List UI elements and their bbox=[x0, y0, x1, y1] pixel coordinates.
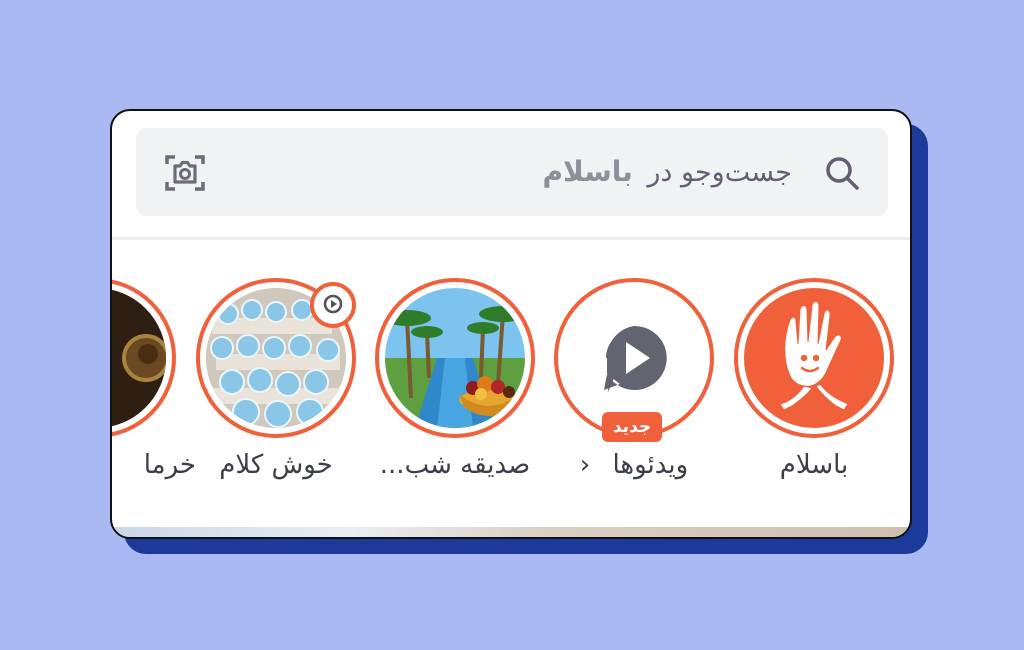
camera-icon[interactable] bbox=[164, 152, 206, 194]
story-avatar bbox=[385, 288, 525, 428]
story-avatar bbox=[744, 288, 884, 428]
story-ring[interactable] bbox=[734, 278, 894, 438]
story-ring[interactable] bbox=[112, 278, 176, 438]
search-brand: باسلام bbox=[542, 155, 633, 188]
search-bar[interactable]: جست‌وجو در باسلام bbox=[136, 128, 888, 216]
video-play-icon bbox=[604, 325, 667, 392]
story-label-text: ویدئوها bbox=[612, 450, 689, 480]
story-label: خرما bbox=[143, 450, 196, 480]
story-oasis[interactable]: صدیقه شب... bbox=[375, 278, 535, 488]
waving-hand-logo bbox=[779, 301, 849, 411]
dates-image bbox=[112, 288, 166, 428]
divider bbox=[112, 237, 910, 240]
chevron-left-icon: ‹ bbox=[579, 450, 591, 480]
story-label: ویدئوها ‹ bbox=[534, 448, 734, 482]
story-avatar bbox=[112, 288, 166, 428]
new-badge: جدید bbox=[602, 412, 662, 442]
story-label: باسلام bbox=[779, 450, 849, 480]
video-play-icon bbox=[323, 294, 343, 314]
story-label: صدیقه شب... bbox=[379, 450, 531, 480]
story-videos[interactable]: جدید ویدئوها ‹ bbox=[554, 278, 714, 488]
app-card: جست‌وجو در باسلام bbox=[110, 109, 912, 539]
story-cupcakes[interactable]: خوش کلام bbox=[196, 278, 356, 488]
content-preview-strip bbox=[112, 527, 910, 537]
search-icon[interactable] bbox=[822, 153, 862, 193]
story-basalam[interactable]: باسلام bbox=[734, 278, 894, 488]
oasis-image bbox=[385, 288, 525, 428]
story-ring[interactable] bbox=[375, 278, 535, 438]
story-avatar bbox=[564, 288, 704, 428]
story-label: خوش کلام bbox=[219, 450, 333, 480]
story-dates[interactable]: خرما bbox=[112, 278, 196, 488]
search-placeholder[interactable]: جست‌وجو در باسلام bbox=[542, 154, 792, 191]
video-badge bbox=[310, 282, 356, 328]
search-placeholder-text: جست‌وجو در bbox=[647, 157, 792, 188]
